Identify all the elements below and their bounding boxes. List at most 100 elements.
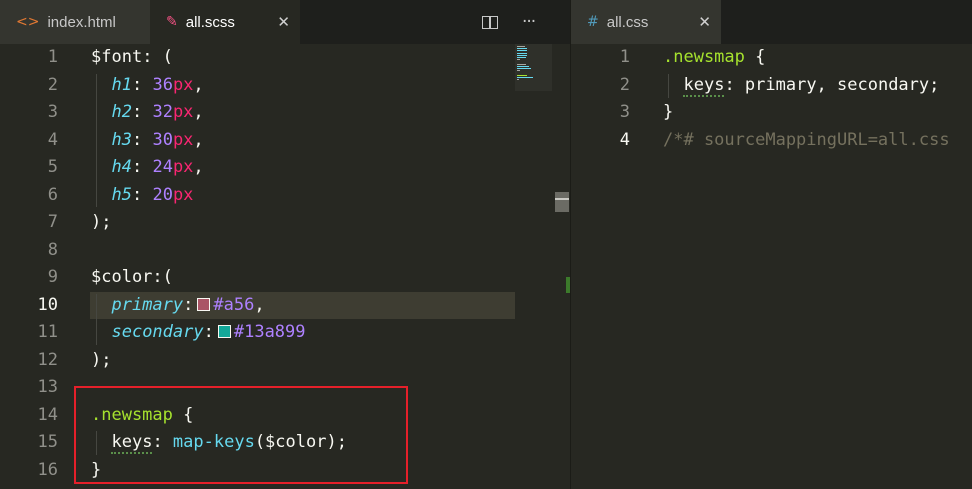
line-number: 4	[619, 129, 630, 150]
code-line[interactable]: 2 keys: primary, secondary;	[571, 72, 972, 100]
code-token: {	[744, 47, 766, 67]
code-line[interactable]: 6 h5: 20px	[0, 182, 570, 210]
code-line[interactable]: 11 secondary: #13a899	[0, 319, 570, 347]
minimap-line	[517, 59, 520, 61]
code-text: h3: 30px,	[91, 127, 204, 155]
right-tab-bar: # all.css ✕	[571, 0, 972, 44]
code-line[interactable]: 4 /*# sourceMappingURL=all.css	[571, 127, 972, 155]
scrollbar-thumb[interactable]	[555, 192, 569, 212]
color-swatch[interactable]	[217, 325, 231, 338]
code-token: h5	[111, 184, 132, 205]
minimap-line	[517, 52, 527, 54]
code-text: h5: 20px	[91, 182, 193, 210]
highlight-annotation-box	[74, 386, 408, 484]
code-line[interactable]: 8	[0, 237, 570, 265]
line-number: 3	[619, 102, 630, 122]
code-token: keys	[683, 74, 725, 97]
code-token: ,	[193, 102, 204, 122]
code-token: :	[203, 322, 214, 342]
code-token: : primary, secondary;	[724, 74, 940, 95]
code-token: :	[183, 294, 194, 315]
tab-all-scss[interactable]: ✎ all.scss ✕	[150, 0, 300, 44]
code-text: /*# sourceMappingURL=all.css	[663, 127, 950, 155]
code-text: secondary: #13a899	[91, 319, 306, 347]
line-number: 9	[47, 267, 58, 287]
line-number: 5	[47, 157, 58, 177]
code-line[interactable]: 12);	[0, 347, 570, 375]
code-token: px	[172, 184, 194, 205]
code-token: ,	[193, 74, 204, 95]
indent-guide	[96, 293, 97, 345]
line-number: 13	[37, 377, 58, 397]
html-file-icon: <>	[16, 14, 40, 30]
code-token: $font	[91, 47, 143, 67]
more-actions-icon[interactable]: ···	[522, 12, 536, 32]
code-line[interactable]: 4 h3: 30px,	[0, 127, 570, 155]
code-line[interactable]: 1 .newsmap {	[571, 44, 972, 72]
line-number: 8	[47, 239, 58, 260]
split-editor-icon[interactable]	[482, 15, 498, 29]
code-token: :(	[152, 267, 173, 287]
minimap-line	[517, 46, 525, 47]
code-text: $font: (	[91, 44, 173, 72]
tab-index-html[interactable]: <> index.html	[0, 0, 150, 44]
code-text: h1: 36px,	[91, 72, 204, 100]
line-number: 1	[47, 47, 58, 67]
code-line[interactable]: 10 primary: #a56,	[0, 292, 570, 320]
code-token: /*# sourceMappingURL=all.css	[663, 129, 950, 150]
code-token: }	[663, 102, 674, 122]
line-number: 10	[37, 294, 58, 315]
code-line[interactable]: 5 h4: 24px,	[0, 154, 570, 182]
code-text: h2: 32px,	[91, 99, 204, 127]
indent-guide	[96, 73, 97, 207]
code-line[interactable]: 2 h1: 36px,	[0, 72, 570, 100]
code-text: .newsmap {	[663, 44, 765, 72]
code-token: $color	[91, 267, 153, 287]
minimap-line	[517, 70, 520, 72]
minimap-line	[517, 79, 519, 80]
vertical-scrollbar[interactable]	[552, 44, 570, 489]
code-token: px	[172, 129, 194, 150]
code-token: :	[131, 74, 153, 95]
scss-editor-pane: <> index.html ✎ all.scss ✕ ··· 1 $font: (…	[0, 0, 570, 489]
code-token: h2	[111, 102, 132, 122]
code-text: primary: #a56,	[91, 292, 264, 320]
color-swatch[interactable]	[197, 297, 211, 311]
code-token: );	[91, 349, 112, 370]
code-line[interactable]: 1 $font: (	[0, 44, 570, 72]
code-token: h3	[111, 129, 132, 150]
scss-file-icon: ✎	[166, 14, 178, 30]
line-number: 7	[47, 212, 58, 232]
close-icon[interactable]: ✕	[698, 13, 711, 31]
code-token: 24	[152, 157, 173, 177]
code-text: }	[663, 99, 673, 127]
minimap-line	[517, 48, 527, 50]
minimap[interactable]	[515, 44, 552, 91]
line-number: 14	[37, 404, 58, 425]
code-line[interactable]: 3}	[571, 99, 972, 127]
code-editor-css[interactable]: 1 .newsmap {2 keys: primary, secondary; 3}…	[571, 44, 972, 489]
code-token: 20	[152, 184, 173, 205]
code-line[interactable]: 7);	[0, 209, 570, 237]
line-number: 16	[37, 459, 58, 480]
code-token: ,	[193, 129, 204, 150]
tab-all-css[interactable]: # all.css ✕	[571, 0, 721, 44]
code-line[interactable]: 9 $color:(	[0, 264, 570, 292]
close-icon[interactable]: ✕	[277, 13, 290, 31]
minimap-line	[517, 76, 533, 78]
code-line[interactable]: 3 h2: 32px,	[0, 99, 570, 127]
indent-guide	[668, 73, 669, 98]
line-number: 15	[37, 432, 58, 452]
code-token: secondary	[111, 322, 204, 342]
code-token: #13a899	[233, 322, 306, 342]
line-number: 6	[47, 184, 58, 205]
code-token: 30	[152, 129, 173, 150]
css-editor-pane: # all.css ✕ 1 .newsmap {2 keys: primary, …	[571, 0, 972, 489]
